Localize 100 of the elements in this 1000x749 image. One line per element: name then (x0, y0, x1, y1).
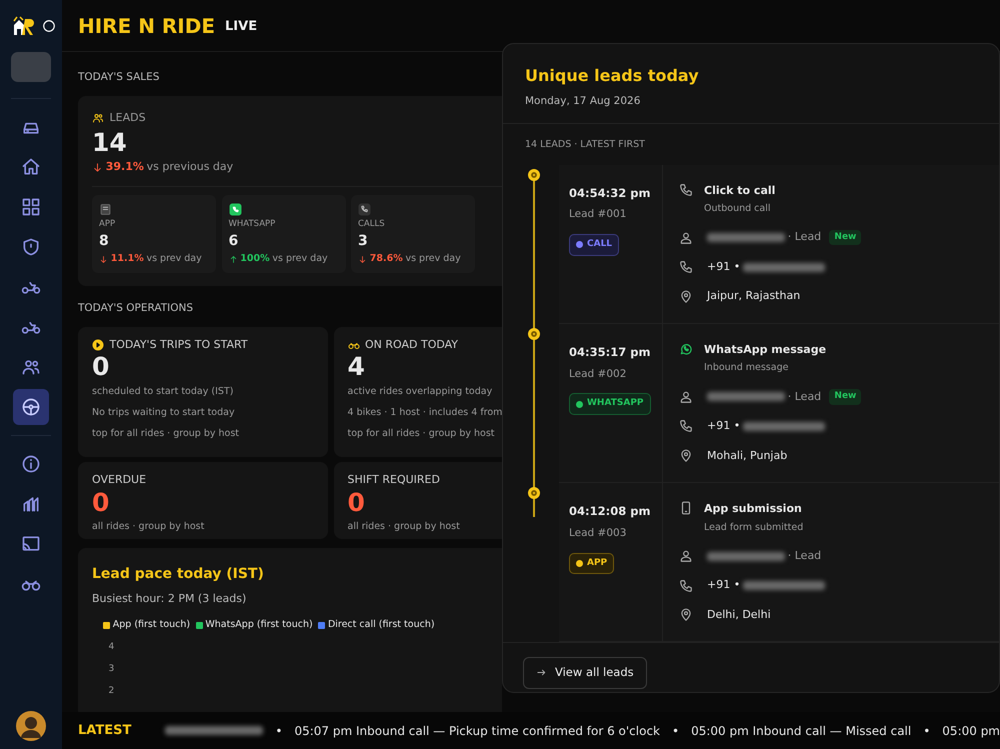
phone-icon (358, 203, 371, 216)
person-icon (679, 390, 693, 404)
app-icon (99, 203, 112, 216)
lead-role: · Lead (788, 229, 822, 246)
axis-tick-label: 3 (108, 665, 116, 674)
channel-detail: Inbound message (704, 361, 790, 376)
chart-subtitle: Busiest hour: 2 PM (3 leads) (92, 590, 248, 606)
lead-time: 04:12:08 pm (569, 503, 652, 520)
trend-percent: 78.6% (370, 252, 403, 266)
location-pin-icon (679, 608, 693, 622)
stat-note: all rides · group by host (92, 520, 206, 534)
phone-icon (679, 578, 693, 592)
channel-label: CALLS (358, 218, 386, 231)
mobile-icon (679, 501, 693, 515)
channel-detail: Lead form submitted (704, 520, 804, 534)
lead-location: Jaipur, Rajasthan (707, 288, 800, 304)
workspace-switcher[interactable] (11, 52, 51, 82)
trend-note: vs prev day (272, 252, 328, 266)
lead-number: Lead #003 (569, 526, 628, 541)
channel-label: APP (99, 218, 116, 231)
app-title: HIRE N RIDE (78, 12, 216, 40)
legend-label: WhatsApp (first touch) (205, 618, 313, 632)
view-all-leads-button[interactable]: View all leads (523, 657, 647, 688)
stat-value: 0 (92, 488, 110, 516)
lead-role: · Lead (788, 388, 822, 404)
location-pin-icon (679, 290, 693, 304)
lead-number: Lead #001 (569, 207, 628, 222)
ticker-item: 05:07 pm Inbound call — Pickup time confirmed for 6 o'clock (294, 722, 660, 740)
bullet-separator: • (672, 722, 680, 740)
info-icon (21, 454, 41, 474)
channel-badge: CALL (569, 234, 620, 256)
lead-number: Lead #002 (569, 366, 628, 382)
chart-title: Lead pace today (IST) (92, 565, 265, 584)
location-pin-icon (679, 448, 693, 463)
stat-value: 0 (348, 488, 366, 516)
legend-label: Direct call (first touch) (328, 618, 435, 632)
lead-time: 04:35:17 pm (569, 344, 652, 361)
phone-icon (679, 182, 693, 196)
axis-tick-label: 2 (108, 687, 116, 696)
channel-detail: Outbound call (704, 202, 772, 216)
people-icon (92, 112, 104, 124)
phone-prefix: +91 • (707, 258, 740, 275)
home-icon (21, 157, 41, 177)
avatar[interactable] (16, 711, 46, 741)
stat-note: top for all rides · group by host (92, 427, 240, 441)
lead-location: Delhi, Delhi (707, 606, 771, 623)
card-label: SHIFT REQUIRED (348, 472, 440, 488)
trend-note: vs prev day (146, 252, 202, 266)
steering-wheel-icon (21, 397, 41, 417)
whatsapp-icon (679, 342, 693, 356)
logo-icon (12, 15, 36, 37)
stat-note: active rides overlapping today (348, 384, 494, 398)
panel-date: Monday, 17 Aug 2026 (525, 94, 642, 108)
trend-note: vs previous day (146, 159, 234, 176)
channel-badge: APP (569, 552, 614, 574)
trend-note: vs prev day (405, 252, 461, 266)
phone-prefix: +91 • (707, 577, 740, 594)
channel-label: WHATSAPP (228, 218, 276, 231)
card-label: ON ROAD TODAY (365, 336, 458, 352)
channel-badge: WHATSAPP (569, 393, 651, 415)
bullet-separator: • (275, 722, 282, 740)
stat-note: scheduled to start today (IST) (92, 384, 234, 398)
ticker-label: LATEST (78, 722, 132, 740)
stat-note: 4 bikes · 1 host · includes 4 from (348, 406, 502, 420)
sidebar-item[interactable] (13, 389, 49, 425)
channel-count: 8 (99, 232, 110, 251)
channel-title: WhatsApp message (704, 342, 826, 358)
stat-note: all rides · group by host (348, 520, 461, 534)
timeline-dot (528, 168, 540, 180)
trend-percent: 100% (240, 252, 270, 266)
trend-percent: 39.1% (106, 159, 144, 176)
new-tag: New (829, 389, 862, 404)
leads-count: 14 (92, 129, 128, 156)
channel-count: 3 (358, 232, 369, 251)
axis-tick-label: 4 (108, 643, 116, 652)
stat-value: 0 (92, 353, 110, 380)
phone-prefix: +91 • (707, 418, 740, 434)
lead-location: Mohali, Punjab (707, 448, 788, 464)
lead-role: · Lead (788, 548, 822, 564)
theme-toggle-icon[interactable] (42, 19, 56, 33)
ticker-item: 05:00 pm Inbound call — Missed call (691, 722, 912, 740)
legend-label: App (first touch) (112, 618, 190, 632)
section-heading: TODAY'S SALES (78, 70, 160, 85)
stat-value: 4 (348, 353, 366, 380)
channel-title: App submission (704, 501, 803, 517)
bullet-separator: • (923, 722, 930, 740)
person-icon (679, 549, 693, 563)
trend-percent: 11.1% (110, 252, 144, 266)
panel-title: Unique leads today (525, 65, 700, 87)
person-icon (679, 230, 693, 244)
card-label: LEADS (110, 110, 146, 126)
whatsapp-icon (228, 203, 242, 216)
phone-icon (679, 419, 693, 434)
card-label: TODAY'S TRIPS TO START (110, 336, 248, 352)
channel-count: 6 (228, 232, 240, 251)
lead-time: 04:54:32 pm (569, 184, 652, 202)
dashboard-icon (21, 197, 41, 217)
live-label: LIVE (225, 18, 258, 36)
stat-note: top for all rides · group by host (348, 427, 496, 441)
timeline-dot (528, 487, 540, 499)
